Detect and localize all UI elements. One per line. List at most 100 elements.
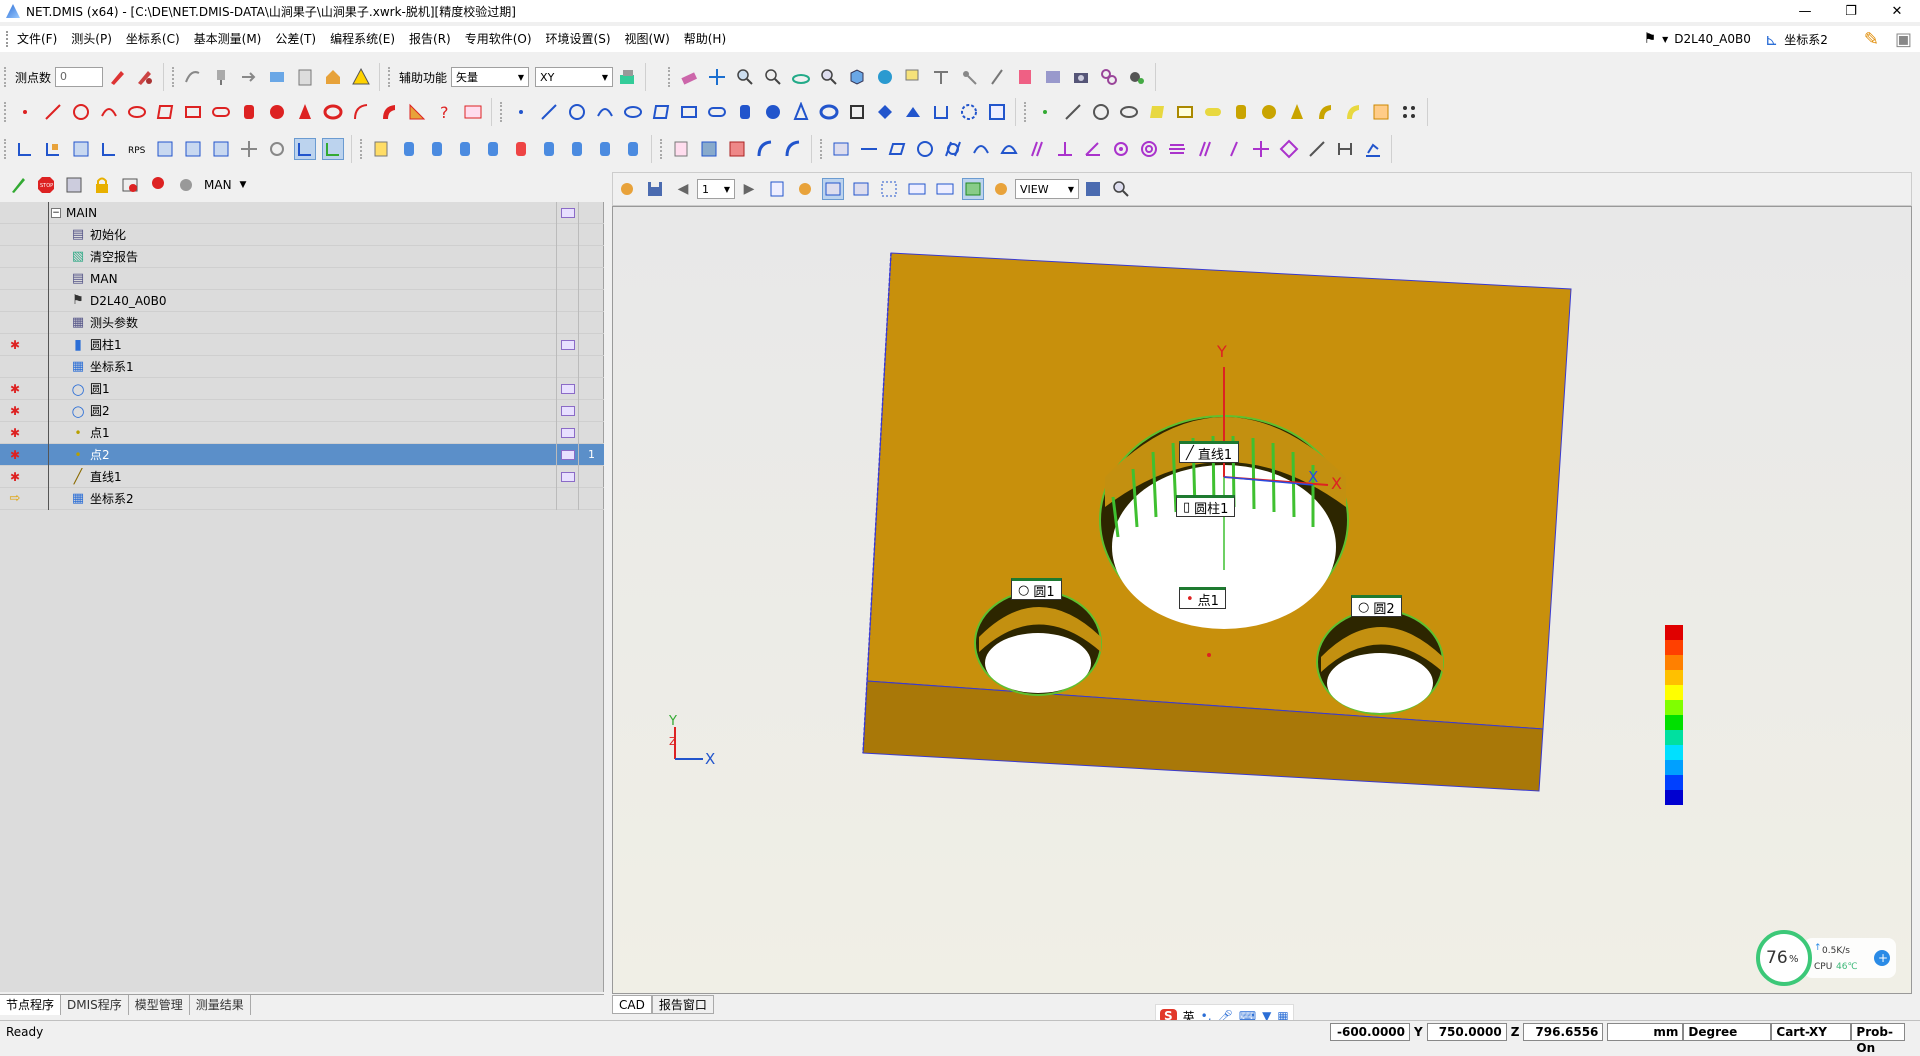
window-record-icon[interactable]: [119, 174, 141, 196]
tab-report-window[interactable]: 报告窗口: [651, 994, 714, 1014]
eraser-icon[interactable]: [678, 66, 700, 88]
probe-touch-icon[interactable]: [958, 66, 980, 88]
mode-dropdown-icon[interactable]: ▼: [240, 180, 247, 190]
menu-measure[interactable]: 基本测量(M): [187, 26, 269, 52]
zoom-icon[interactable]: [762, 66, 784, 88]
tree-item[interactable]: ✱ ╱ 直线1: [0, 465, 604, 488]
cyl-tol6-icon[interactable]: [538, 138, 560, 160]
active-coord1-icon[interactable]: [294, 138, 316, 160]
select-icon[interactable]: [902, 66, 924, 88]
unit-value[interactable]: mm: [1607, 1023, 1684, 1041]
measure-icon[interactable]: [106, 66, 128, 88]
slot-feature-icon[interactable]: [210, 101, 232, 123]
path-feature-icon[interactable]: [462, 101, 484, 123]
scan-curve-icon[interactable]: [754, 138, 776, 160]
scan-report-icon[interactable]: [670, 138, 692, 160]
straightness-icon[interactable]: [858, 138, 880, 160]
menu-tolerance[interactable]: 公差(T): [268, 26, 323, 52]
construct-pattern-icon[interactable]: [874, 101, 896, 123]
cone-feature-icon[interactable]: [294, 101, 316, 123]
construct-line-icon[interactable]: [538, 101, 560, 123]
menu-help[interactable]: 帮助(H): [677, 26, 733, 52]
minimize-button[interactable]: —: [1782, 0, 1828, 22]
label-report-icon[interactable]: [850, 178, 872, 200]
construct-frame-icon[interactable]: [846, 101, 868, 123]
tol-chart-icon[interactable]: [1362, 138, 1384, 160]
construct-slot-icon[interactable]: [706, 101, 728, 123]
label-line1[interactable]: ╱ 直线1: [1179, 441, 1240, 463]
arc-feature-icon[interactable]: [98, 101, 120, 123]
machine-coord-icon[interactable]: [238, 138, 260, 160]
scan-red-icon[interactable]: [726, 138, 748, 160]
menu-view[interactable]: 视图(W): [618, 26, 677, 52]
active-coord-system[interactable]: 坐标系2: [1784, 31, 1828, 48]
mode-ball-icon[interactable]: [175, 174, 197, 196]
construct-cylinder-icon[interactable]: [734, 101, 756, 123]
save-viewport-icon[interactable]: [1082, 178, 1104, 200]
sphere-feature-icon[interactable]: [266, 101, 288, 123]
align-icon[interactable]: [42, 138, 64, 160]
lock-icon[interactable]: [91, 174, 113, 196]
menu-coord[interactable]: 坐标系(C): [119, 26, 187, 52]
point-count-input[interactable]: 0: [55, 67, 104, 87]
tree-item[interactable]: ⇨ ▦ 坐标系2: [0, 487, 604, 510]
run-list-icon[interactable]: [63, 174, 85, 196]
angularity-icon[interactable]: [1082, 138, 1104, 160]
rotate-coord-icon[interactable]: [98, 138, 120, 160]
tab-measure-results[interactable]: 测量结果: [190, 994, 251, 1015]
point-feature-icon[interactable]: [14, 101, 36, 123]
output-report-icon[interactable]: [560, 383, 575, 394]
coord-mode[interactable]: Cart-XY: [1771, 1023, 1852, 1041]
construct-chart-icon[interactable]: [986, 101, 1008, 123]
menu-file[interactable]: 文件(F): [10, 26, 64, 52]
parallelism-icon[interactable]: [1026, 138, 1048, 160]
new-page-icon[interactable]: [766, 178, 788, 200]
flatness-icon[interactable]: [886, 138, 908, 160]
cyl-help-icon[interactable]: [622, 138, 644, 160]
construct-circle-icon[interactable]: [566, 101, 588, 123]
label-grid-icon[interactable]: [878, 178, 900, 200]
construct-plane-icon[interactable]: [650, 101, 672, 123]
tree-item[interactable]: ✱ ▮ 圆柱1: [0, 333, 604, 356]
probe-state[interactable]: Prob-On: [1851, 1023, 1906, 1055]
line-feature-icon[interactable]: [42, 101, 64, 123]
proj-line-icon[interactable]: [1062, 101, 1084, 123]
tab-model-manager[interactable]: 模型管理: [129, 994, 190, 1015]
tree-item[interactable]: − MAIN: [0, 201, 604, 224]
gdt-chart-icon[interactable]: [830, 138, 852, 160]
proj-ellipse-icon[interactable]: [1118, 101, 1140, 123]
curve-feature-icon[interactable]: [350, 101, 372, 123]
torus-feature-icon[interactable]: [322, 101, 344, 123]
circle-feature-icon[interactable]: [70, 101, 92, 123]
output-report-icon[interactable]: [560, 339, 575, 350]
tree-item[interactable]: ✱ ○ 圆1: [0, 377, 604, 400]
tree-item[interactable]: ▦ 坐标系1: [0, 355, 604, 378]
cyl-tol7-icon[interactable]: [566, 138, 588, 160]
proj-grid-icon[interactable]: [1370, 101, 1392, 123]
line-profile-icon[interactable]: [970, 138, 992, 160]
tree-item[interactable]: ⚑ D2L40_A0B0: [0, 289, 604, 312]
output-report-icon[interactable]: [560, 471, 575, 482]
dim-label2-icon[interactable]: [934, 178, 956, 200]
cad-viewport[interactable]: Y X X Y Z X ╱ 直线1 ▯ 圆柱1 ○ 圆1 • 点1 ○ 圆2: [612, 206, 1912, 994]
magnify-icon[interactable]: [1110, 178, 1132, 200]
visibility-icon[interactable]: [1126, 66, 1148, 88]
output-report-icon[interactable]: [560, 207, 575, 218]
ellipse-feature-icon[interactable]: [126, 101, 148, 123]
label-circle1[interactable]: ○ 圆1: [1011, 578, 1062, 600]
runout-icon[interactable]: [1194, 138, 1216, 160]
clipboard-icon[interactable]: [294, 66, 316, 88]
construct-torus-icon[interactable]: [818, 101, 840, 123]
aux-select[interactable]: 矢量 ▼: [451, 67, 530, 87]
menu-env[interactable]: 环境设置(S): [539, 26, 618, 52]
scan-help-icon[interactable]: [782, 138, 804, 160]
move-icon[interactable]: [238, 66, 260, 88]
cyl-tol-icon[interactable]: [398, 138, 420, 160]
width-icon[interactable]: [1306, 138, 1328, 160]
book-icon[interactable]: [1014, 66, 1036, 88]
proj-sphere-icon[interactable]: [1258, 101, 1280, 123]
label-point1[interactable]: • 点1: [1179, 587, 1226, 609]
perpendicularity-icon[interactable]: [1054, 138, 1076, 160]
angle-feature-icon[interactable]: [406, 101, 428, 123]
restore-button[interactable]: ❐: [1828, 0, 1874, 22]
